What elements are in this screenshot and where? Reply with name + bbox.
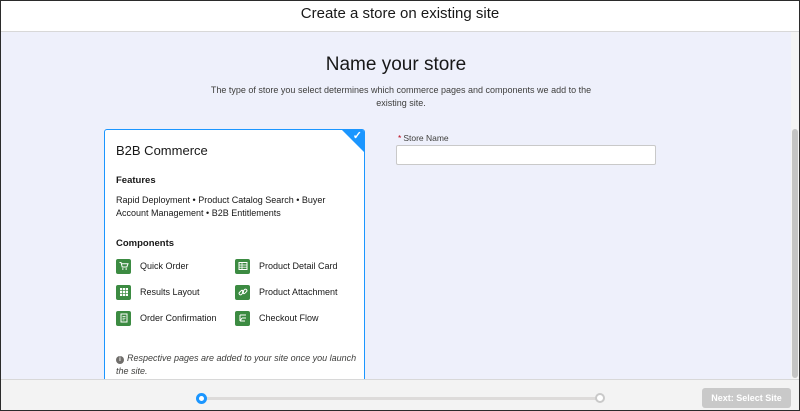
grid-icon	[116, 284, 131, 300]
header: Create a store on existing site	[1, 1, 799, 32]
footer: Next: Select Site	[1, 379, 799, 410]
component-label: Product Detail Card	[259, 261, 338, 271]
store-type-card-b2b[interactable]: ✓ B2B Commerce Features Rapid Deployment…	[104, 129, 365, 379]
page-title: Name your store	[325, 54, 467, 75]
progress-step-next	[595, 393, 605, 403]
progress-step-current	[196, 393, 207, 404]
scrollbar[interactable]	[791, 32, 799, 379]
launch-note: i Respective pages are added to your site…	[116, 352, 361, 378]
store-name-input[interactable]	[396, 145, 656, 165]
flow-icon	[235, 310, 250, 326]
component-label: Checkout Flow	[259, 313, 319, 323]
components-heading: Components	[116, 238, 175, 249]
main-content: Name your store The type of store you se…	[1, 32, 791, 379]
app-window: Create a store on existing site Name you…	[0, 0, 800, 411]
store-name-label: * Store Name	[398, 133, 449, 143]
card-title: B2B Commerce	[116, 143, 208, 158]
cart-icon	[116, 258, 131, 274]
progress-track	[201, 397, 600, 400]
component-product-attachment: Product Attachment	[235, 284, 338, 300]
document-icon	[116, 310, 131, 326]
component-product-detail-card: Product Detail Card	[235, 258, 338, 274]
info-icon: i	[116, 356, 124, 364]
component-quick-order: Quick Order	[116, 258, 189, 274]
next-select-site-button[interactable]: Next: Select Site	[702, 388, 791, 408]
features-heading: Features	[116, 175, 156, 186]
component-order-confirmation: Order Confirmation	[116, 310, 217, 326]
header-title: Create a store on existing site	[300, 5, 500, 22]
component-results-layout: Results Layout	[116, 284, 200, 300]
product-card-icon	[235, 258, 250, 274]
component-checkout-flow: Checkout Flow	[235, 310, 319, 326]
launch-note-text: Respective pages are added to your site …	[116, 353, 357, 376]
link-icon	[235, 284, 250, 300]
component-label: Product Attachment	[259, 287, 338, 297]
check-icon: ✓	[352, 130, 362, 142]
scrollbar-thumb[interactable]	[792, 129, 798, 378]
store-name-label-text: Store Name	[403, 133, 449, 143]
component-label: Results Layout	[140, 287, 200, 297]
page-subtitle: The type of store you select determines …	[210, 85, 592, 108]
component-label: Order Confirmation	[140, 313, 217, 323]
component-label: Quick Order	[140, 261, 189, 271]
features-text: Rapid Deployment • Product Catalog Searc…	[116, 195, 326, 218]
required-marker: *	[398, 133, 402, 143]
